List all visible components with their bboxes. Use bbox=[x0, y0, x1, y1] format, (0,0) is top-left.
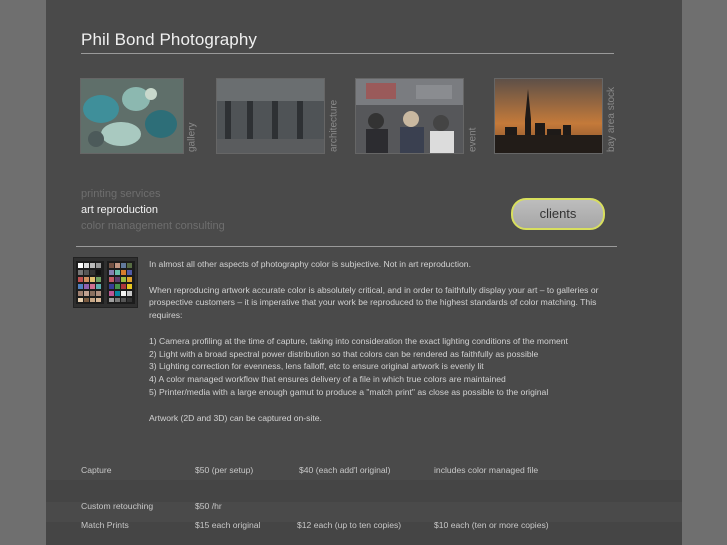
gallery-label-architecture[interactable]: architecture bbox=[327, 78, 339, 152]
clients-button[interactable]: clients bbox=[511, 198, 605, 230]
gallery-label-bay-area-stock[interactable]: bay area stock bbox=[605, 78, 617, 152]
pricing-service: Custom retouching bbox=[81, 501, 154, 511]
intro-text: In almost all other aspects of photograp… bbox=[149, 259, 471, 269]
requirement-item: 2) Light with a broad spectral power dis… bbox=[149, 348, 539, 359]
gallery-label-event[interactable]: event bbox=[466, 78, 478, 152]
site-title[interactable]: Phil Bond Photography bbox=[81, 30, 257, 50]
requirement-item: 4) A color managed workflow that ensures… bbox=[149, 374, 506, 385]
color-checker-image bbox=[73, 257, 138, 308]
requirements-intro: When reproducing artwork accurate color … bbox=[149, 284, 599, 321]
requirement-item: 1) Camera profiling at the time of captu… bbox=[149, 335, 568, 346]
gallery-link-architecture[interactable]: architecture bbox=[216, 78, 341, 154]
pricing-price: $12 each (up to ten copies) bbox=[297, 520, 402, 530]
pricing-row-match-prints: Match Prints $15 each original $12 each … bbox=[46, 516, 682, 535]
pricing-price: $50 /hr bbox=[195, 501, 222, 511]
services-menu: printing services art reproduction color… bbox=[81, 186, 225, 234]
title-divider bbox=[81, 53, 614, 54]
gallery-thumbnail[interactable] bbox=[80, 78, 184, 154]
pricing-price: $40 (each add'l original) bbox=[299, 465, 391, 475]
menu-item-art-reproduction[interactable]: art reproduction bbox=[81, 202, 225, 218]
content-divider bbox=[76, 246, 617, 247]
pricing-row-capture: Capture $50 (per setup) $40 (each add'l … bbox=[46, 461, 682, 480]
page-container: Phil Bond Photography gallery architectu… bbox=[46, 0, 682, 545]
requirement-item: 3) Lighting correction for evenness, len… bbox=[149, 361, 484, 372]
event-thumbnail[interactable] bbox=[355, 78, 464, 154]
menu-item-color-management-consulting[interactable]: color management consulting bbox=[81, 218, 225, 234]
menu-item-printing-services[interactable]: printing services bbox=[81, 186, 225, 202]
pricing-note: includes color managed file bbox=[434, 465, 539, 475]
stock-thumbnail[interactable] bbox=[494, 78, 603, 154]
pricing-price: $10 each (ten or more copies) bbox=[434, 520, 549, 530]
onsite-note: Artwork (2D and 3D) can be captured on-s… bbox=[149, 412, 322, 423]
pricing-service: Capture bbox=[81, 465, 112, 475]
pricing-price: $15 each original bbox=[195, 520, 261, 530]
gallery-link-event[interactable]: event bbox=[355, 78, 480, 154]
requirement-item: 5) Printer/media with a large enough gam… bbox=[149, 386, 549, 397]
pricing-row-retouching: Custom retouching $50 /hr bbox=[46, 497, 682, 516]
gallery-link-bay-area-stock[interactable]: bay area stock bbox=[494, 78, 619, 154]
architecture-thumbnail[interactable] bbox=[216, 78, 325, 154]
pricing-service: Match Prints bbox=[81, 520, 129, 530]
gallery-label-gallery[interactable]: gallery bbox=[185, 78, 197, 152]
gallery-link-gallery[interactable]: gallery bbox=[80, 78, 200, 154]
article-body: In almost all other aspects of photograp… bbox=[149, 258, 629, 424]
pricing-price: $50 (per setup) bbox=[195, 465, 254, 475]
